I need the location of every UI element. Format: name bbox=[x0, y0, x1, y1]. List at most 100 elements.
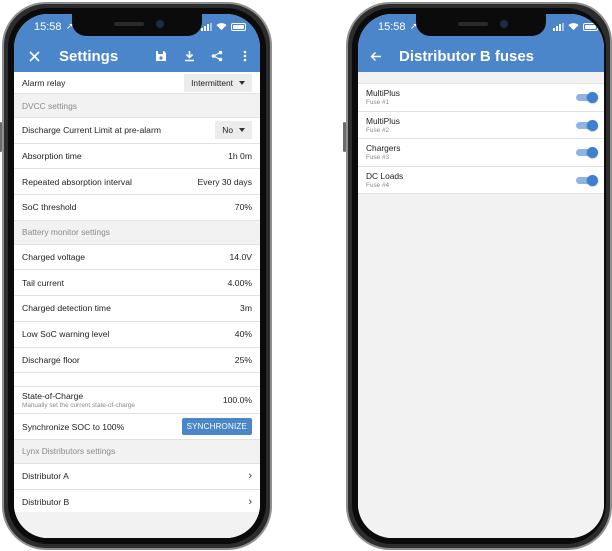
phone-side-button bbox=[343, 122, 346, 152]
repeated-absorption-value: Every 30 days bbox=[197, 176, 252, 187]
state-of-charge-row[interactable]: State-of-Charge Manually set the current… bbox=[14, 387, 260, 415]
fuse-row-1: MultiPlus Fuse #1 bbox=[358, 84, 604, 112]
signal-icon bbox=[553, 22, 564, 31]
tail-current-label: Tail current bbox=[22, 277, 65, 288]
spacer bbox=[14, 373, 260, 388]
low-soc-row[interactable]: Low SoC warning level 40% bbox=[14, 321, 260, 348]
status-time: 15:58 bbox=[378, 21, 406, 33]
list-top-gap bbox=[358, 72, 604, 84]
distributor-a-label: Distributor A bbox=[22, 471, 69, 482]
fuse-number: Fuse #2 bbox=[366, 126, 390, 134]
fuses-app-bar: 15:58 ➚ Distributor B fuses bbox=[358, 14, 604, 72]
fuse-row-3: Chargers Fuse #3 bbox=[358, 139, 604, 167]
synchronize-soc-row: Synchronize SOC to 100% SYNCHRONIZE bbox=[14, 414, 260, 440]
charged-detection-value: 3m bbox=[240, 303, 252, 314]
discharge-limit-row[interactable]: Discharge Current Limit at pre-alarm No bbox=[14, 118, 260, 144]
absorption-time-row[interactable]: Absorption time 1h 0m bbox=[14, 143, 260, 170]
fuse-toggle[interactable] bbox=[576, 92, 598, 104]
fuse-number: Fuse #3 bbox=[366, 154, 390, 162]
fuse-toggle[interactable] bbox=[576, 147, 598, 159]
discharge-floor-row[interactable]: Discharge floor 25% bbox=[14, 347, 260, 374]
synchronize-soc-label: Synchronize SOC to 100% bbox=[22, 421, 125, 432]
page-title: Settings bbox=[59, 47, 119, 65]
discharge-floor-value: 25% bbox=[234, 354, 252, 365]
fuse-number: Fuse #4 bbox=[366, 181, 390, 189]
wifi-icon bbox=[216, 23, 227, 31]
battery-icon bbox=[583, 22, 598, 31]
wifi-icon bbox=[568, 23, 579, 31]
status-bar: 15:58 ➚ bbox=[14, 14, 260, 40]
charged-voltage-value: 14.0V bbox=[229, 252, 252, 263]
phone-left: 15:58 ➚ Settings Alarm relay Intermitten… bbox=[0, 2, 272, 550]
settings-toolbar: Settings bbox=[14, 42, 260, 70]
status-icons bbox=[201, 22, 246, 31]
state-of-charge-sublabel: Manually set the current state-of-charge bbox=[22, 402, 135, 410]
soc-threshold-row[interactable]: SoC threshold 70% bbox=[14, 195, 260, 221]
dvcc-section-header: DVCC settings bbox=[14, 94, 260, 118]
fuse-number: Fuse #1 bbox=[366, 99, 390, 107]
battery-icon bbox=[231, 22, 246, 31]
lynx-header-label: Lynx Distributors settings bbox=[22, 446, 116, 457]
more-vert-icon[interactable] bbox=[234, 45, 256, 67]
fuses-screen: 15:58 ➚ Distributor B fuses MultiPlus Fu… bbox=[358, 14, 604, 538]
chevron-right-icon: › bbox=[248, 495, 252, 508]
distributor-b-label: Distributor B bbox=[22, 496, 70, 507]
fuse-name: Chargers bbox=[366, 143, 401, 154]
page-title: Distributor B fuses bbox=[399, 47, 535, 65]
alarm-relay-select[interactable]: Intermittent bbox=[184, 73, 252, 92]
signal-icon bbox=[201, 22, 212, 31]
status-icons bbox=[553, 22, 598, 31]
status-time: 15:58 bbox=[34, 21, 62, 33]
fuse-row-2: MultiPlus Fuse #2 bbox=[358, 111, 604, 139]
charged-detection-label: Charged detection time bbox=[22, 303, 111, 314]
chevron-down-icon bbox=[239, 80, 245, 85]
low-soc-value: 40% bbox=[234, 329, 252, 340]
fuse-row-4: DC Loads Fuse #4 bbox=[358, 166, 604, 194]
settings-screen: 15:58 ➚ Settings Alarm relay Intermitten… bbox=[14, 14, 260, 538]
battery-monitor-section-header: Battery monitor settings bbox=[14, 220, 260, 245]
soc-threshold-value: 70% bbox=[234, 202, 252, 213]
settings-app-bar: 15:58 ➚ Settings bbox=[14, 14, 260, 72]
chevron-down-icon bbox=[239, 128, 245, 133]
phone-side-button bbox=[0, 122, 2, 152]
fuse-toggle[interactable] bbox=[576, 119, 598, 131]
status-bar: 15:58 ➚ bbox=[358, 14, 604, 40]
phone-notch bbox=[72, 14, 202, 36]
discharge-limit-label: Discharge Current Limit at pre-alarm bbox=[22, 125, 161, 136]
state-of-charge-value: 100.0% bbox=[222, 395, 252, 406]
chevron-right-icon: › bbox=[248, 470, 252, 483]
tail-current-value: 4.00% bbox=[227, 277, 252, 288]
save-icon[interactable] bbox=[150, 45, 172, 67]
absorption-time-value: 1h 0m bbox=[228, 151, 252, 162]
state-of-charge-label: State-of-Charge bbox=[22, 391, 84, 402]
fuse-name: MultiPlus bbox=[366, 88, 400, 99]
fuse-name: DC Loads bbox=[366, 170, 404, 181]
phone-right: 15:58 ➚ Distributor B fuses MultiPlus Fu… bbox=[343, 2, 612, 550]
low-soc-label: Low SoC warning level bbox=[22, 329, 110, 340]
discharge-limit-value: No bbox=[222, 125, 233, 136]
fuses-toolbar: Distributor B fuses bbox=[358, 42, 604, 70]
charged-voltage-label: Charged voltage bbox=[22, 252, 86, 263]
charged-voltage-row[interactable]: Charged voltage 14.0V bbox=[14, 244, 260, 271]
battery-header-label: Battery monitor settings bbox=[22, 227, 110, 238]
distributor-a-row[interactable]: Distributor A › bbox=[14, 463, 260, 490]
synchronize-button[interactable]: SYNCHRONIZE bbox=[181, 418, 252, 436]
repeated-absorption-label: Repeated absorption interval bbox=[22, 176, 132, 187]
alarm-relay-row[interactable]: Alarm relay Intermittent bbox=[14, 72, 260, 94]
share-icon[interactable] bbox=[206, 45, 228, 67]
settings-list: Alarm relay Intermittent DVCC settings D… bbox=[14, 72, 260, 538]
absorption-time-label: Absorption time bbox=[22, 151, 82, 162]
download-icon[interactable] bbox=[178, 45, 200, 67]
soc-threshold-label: SoC threshold bbox=[22, 202, 77, 213]
close-icon[interactable] bbox=[23, 45, 45, 67]
tail-current-row[interactable]: Tail current 4.00% bbox=[14, 270, 260, 297]
arrow-back-icon[interactable] bbox=[365, 45, 387, 67]
discharge-limit-select[interactable]: No bbox=[215, 121, 252, 140]
list-empty-area bbox=[14, 512, 260, 538]
dvcc-header-label: DVCC settings bbox=[22, 100, 77, 111]
discharge-floor-label: Discharge floor bbox=[22, 354, 80, 365]
repeated-absorption-row[interactable]: Repeated absorption interval Every 30 da… bbox=[14, 169, 260, 196]
fuse-toggle[interactable] bbox=[576, 174, 598, 186]
fuse-name: MultiPlus bbox=[366, 115, 400, 126]
charged-detection-row[interactable]: Charged detection time 3m bbox=[14, 296, 260, 322]
